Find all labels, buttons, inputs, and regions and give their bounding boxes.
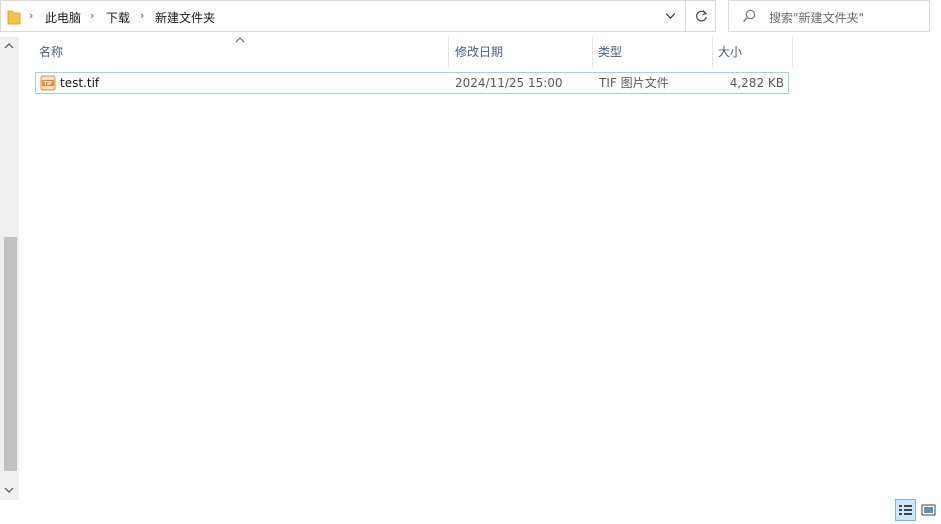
breadcrumb-downloads[interactable]: 下载 [106, 9, 130, 26]
folder-icon [7, 10, 21, 25]
divider [685, 1, 686, 31]
address-bar[interactable]: › 此电脑 › 下载 › 新建文件夹 [0, 0, 716, 32]
column-header-size[interactable]: 大小 [713, 37, 791, 67]
svg-text:TIF: TIF [44, 81, 53, 87]
search-placeholder: 搜索"新建文件夹" [769, 11, 865, 25]
refresh-button[interactable] [687, 1, 715, 31]
tif-file-icon: TIF [40, 75, 56, 91]
scrollbar-thumb[interactable] [4, 237, 17, 471]
breadcrumb-new-folder[interactable]: 新建文件夹 [155, 9, 215, 26]
search-icon [743, 9, 756, 22]
search-input[interactable]: 搜索"新建文件夹" [728, 0, 930, 32]
column-header-date[interactable]: 修改日期 [450, 37, 592, 67]
address-history-dropdown[interactable] [657, 1, 685, 31]
chevron-right-icon[interactable]: › [140, 9, 144, 22]
chevron-down-icon [665, 13, 676, 19]
breadcrumb-this-pc[interactable]: 此电脑 [45, 9, 81, 26]
column-divider[interactable] [792, 37, 793, 67]
details-view-icon [899, 505, 912, 515]
refresh-icon [696, 10, 708, 22]
details-view-button[interactable] [895, 499, 916, 521]
file-size: 4,282 KB [729, 76, 784, 90]
navigation-pane-scrollbar[interactable] [0, 37, 19, 500]
chevron-down-icon[interactable] [3, 485, 15, 495]
large-icons-view-button[interactable] [919, 499, 938, 521]
file-type: TIF 图片文件 [599, 76, 669, 90]
chevron-right-icon[interactable]: › [29, 9, 33, 22]
column-divider[interactable] [448, 37, 449, 67]
large-icons-view-icon [921, 504, 936, 516]
file-name[interactable]: test.tif [60, 73, 99, 93]
chevron-up-icon[interactable] [3, 41, 15, 51]
file-date: 2024/11/25 15:00 [455, 76, 563, 90]
column-header-type[interactable]: 类型 [593, 37, 711, 67]
chevron-right-icon[interactable]: › [90, 9, 94, 22]
column-header-name[interactable]: 名称 [34, 37, 448, 67]
file-row[interactable]: TIF test.tif 2024/11/25 15:00 TIF 图片文件 4… [35, 72, 789, 94]
